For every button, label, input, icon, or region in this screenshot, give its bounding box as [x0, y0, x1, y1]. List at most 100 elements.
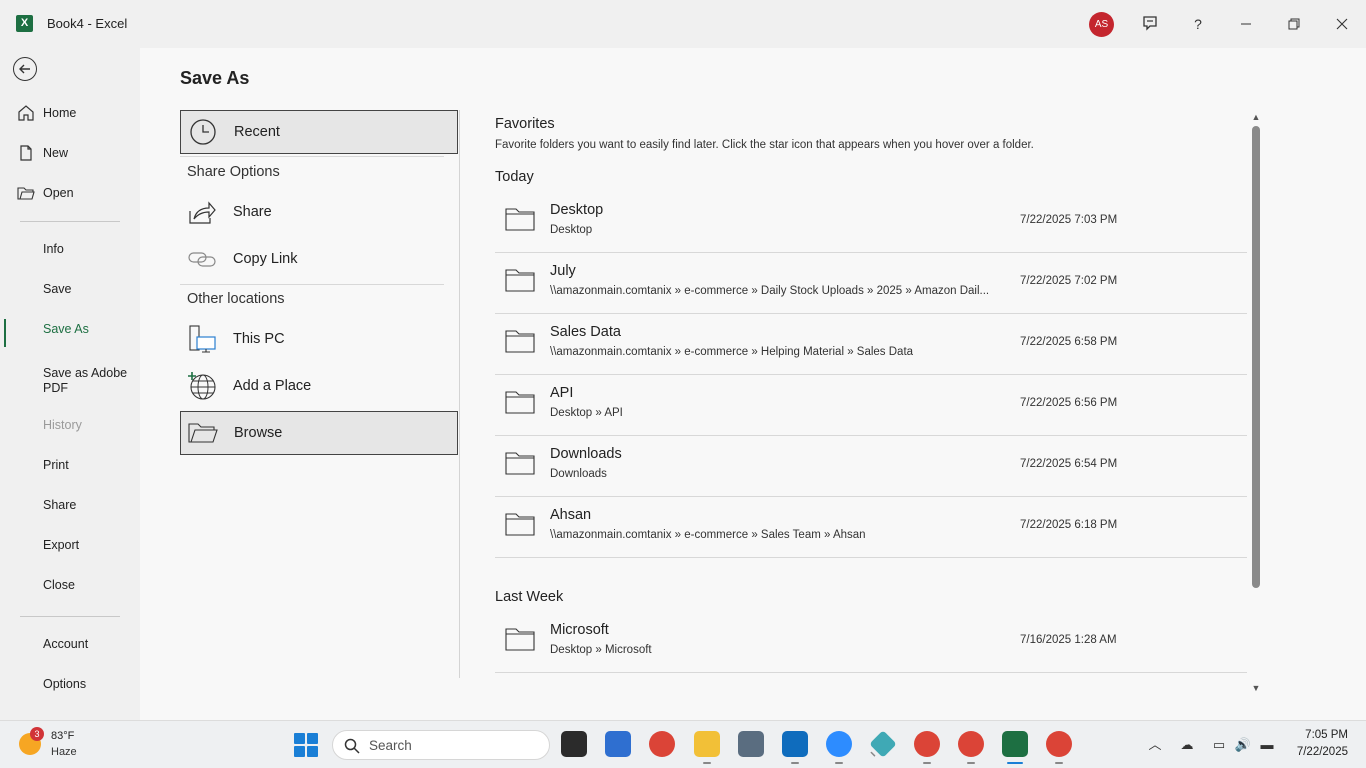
- file-explorer-icon[interactable]: [694, 731, 720, 764]
- nav-home[interactable]: Home: [0, 97, 140, 129]
- folder-row[interactable]: Microsoft Desktop » Microsoft 7/16/2025 …: [495, 612, 1247, 673]
- nav-new[interactable]: New: [0, 137, 140, 169]
- display-icon[interactable]: ▭: [1210, 736, 1228, 754]
- folder-icon: [505, 269, 535, 292]
- share-icon: [189, 201, 216, 224]
- location-add-place-label: Add a Place: [233, 378, 312, 394]
- location-share[interactable]: Share: [180, 190, 458, 234]
- nav-save-as-adobe-pdf[interactable]: Save as Adobe PDF: [0, 361, 140, 401]
- folder-date: 7/22/2025 7:03 PM: [1020, 214, 1118, 226]
- help-icon[interactable]: ?: [1186, 12, 1210, 36]
- chrome-profile-icon[interactable]: [958, 731, 984, 764]
- location-copy-link-label: Copy Link: [233, 251, 298, 267]
- folder-path: Downloads: [550, 468, 607, 480]
- clock-time[interactable]: 7:05 PM: [1290, 729, 1348, 741]
- nav-options[interactable]: Options: [0, 668, 140, 700]
- folder-row[interactable]: API Desktop » API 7/22/2025 6:56 PM: [495, 375, 1247, 436]
- close-window-button[interactable]: [1330, 12, 1354, 36]
- weather-condition[interactable]: Haze: [51, 746, 77, 758]
- folder-row[interactable]: Desktop Desktop 7/22/2025 7:03 PM: [495, 192, 1247, 253]
- folder-icon: [505, 628, 535, 651]
- folder-name: July: [550, 263, 576, 279]
- location-recent-label: Recent: [234, 124, 280, 140]
- excel-taskbar-icon[interactable]: [1002, 731, 1028, 764]
- taskbar-search[interactable]: Search: [332, 730, 550, 760]
- diamond-app-icon[interactable]: [869, 730, 897, 758]
- folder-name: Microsoft: [550, 622, 609, 638]
- folder-date: 7/16/2025 1:28 AM: [1020, 634, 1117, 646]
- link-icon: [188, 252, 216, 267]
- chrome-profile-icon[interactable]: [1046, 731, 1072, 764]
- location-share-label: Share: [233, 204, 272, 220]
- nav-info[interactable]: Info: [0, 233, 140, 265]
- folder-date: 7/22/2025 6:54 PM: [1020, 458, 1118, 470]
- nav-save-as[interactable]: Save As: [0, 313, 140, 347]
- location-divider: [180, 284, 444, 285]
- chrome-icon[interactable]: [649, 731, 675, 757]
- nav-save[interactable]: Save: [0, 273, 140, 305]
- nav-export[interactable]: Export: [0, 529, 140, 561]
- scroll-down-arrow-icon[interactable]: ▼: [1251, 683, 1261, 693]
- new-document-icon: [20, 145, 32, 161]
- microsoft-store-icon[interactable]: [605, 731, 631, 757]
- folder-icon: [505, 391, 535, 414]
- back-button[interactable]: [13, 57, 37, 81]
- favorites-heading: Favorites: [495, 116, 555, 132]
- chevron-up-icon[interactable]: ︿: [1146, 736, 1164, 754]
- speaker-icon[interactable]: 🔊: [1234, 736, 1252, 754]
- window-title: Book4 - Excel: [47, 16, 128, 31]
- folder-row[interactable]: Ahsan \\amazonmain.comtanix » e-commerce…: [495, 497, 1247, 558]
- weather-temperature[interactable]: 83°F: [51, 730, 74, 742]
- minimize-button[interactable]: [1234, 12, 1258, 36]
- location-browse[interactable]: Browse: [180, 411, 458, 455]
- nav-close[interactable]: Close: [0, 569, 140, 601]
- folder-date: 7/22/2025 7:02 PM: [1020, 275, 1118, 287]
- location-copy-link[interactable]: Copy Link: [180, 237, 458, 281]
- start-button[interactable]: [294, 733, 318, 757]
- scrollbar-thumb[interactable]: [1252, 126, 1260, 588]
- calculator-icon[interactable]: [738, 731, 764, 757]
- nav-print[interactable]: Print: [0, 449, 140, 481]
- nav-save-label: Save: [43, 282, 72, 296]
- user-avatar[interactable]: AS: [1089, 12, 1114, 37]
- folder-path: \\amazonmain.comtanix » e-commerce » Dai…: [550, 285, 990, 297]
- nav-print-label: Print: [43, 458, 69, 472]
- battery-icon[interactable]: ▬: [1258, 736, 1276, 754]
- location-this-pc[interactable]: This PC: [180, 317, 458, 361]
- feedback-icon[interactable]: [1138, 12, 1162, 36]
- folder-name: Ahsan: [550, 507, 592, 523]
- nav-share[interactable]: Share: [0, 489, 140, 521]
- location-add-place[interactable]: Add a Place: [180, 364, 458, 408]
- zoom-icon[interactable]: [826, 731, 852, 764]
- scroll-up-arrow-icon[interactable]: ▲: [1251, 112, 1261, 122]
- folder-path: Desktop: [550, 224, 593, 236]
- location-recent[interactable]: Recent: [180, 110, 458, 154]
- chrome-profile-icon[interactable]: [914, 731, 940, 764]
- nav-open[interactable]: Open: [0, 177, 140, 209]
- computer-icon: [189, 325, 216, 353]
- folder-path: Desktop » Microsoft: [550, 644, 652, 656]
- open-folder-icon: [17, 187, 35, 200]
- folder-row[interactable]: July \\amazonmain.comtanix » e-commerce …: [495, 253, 1247, 314]
- nav-share-label: Share: [43, 498, 77, 512]
- folder-row[interactable]: Sales Data \\amazonmain.comtanix » e-com…: [495, 314, 1247, 375]
- taskbar: 3 83°F Haze Search ︿ ☁ ▭ 🔊 ▬ 7:05 PM 7/2…: [0, 720, 1366, 768]
- folder-icon: [505, 452, 535, 475]
- column-divider: [459, 110, 460, 678]
- recent-folders: Favorites Favorite folders you want to e…: [495, 110, 1250, 685]
- cloud-offline-icon[interactable]: ☁: [1178, 736, 1196, 754]
- folder-row[interactable]: Downloads Downloads 7/22/2025 6:54 PM: [495, 436, 1247, 497]
- nav-save-as-adobe-pdf-label: Save as Adobe PDF: [43, 366, 128, 395]
- task-view-icon[interactable]: [561, 731, 587, 757]
- clock-date[interactable]: 7/22/2025: [1280, 746, 1348, 758]
- outlook-icon[interactable]: [782, 731, 808, 764]
- recent-scrollbar[interactable]: ▲ ▼: [1248, 110, 1264, 695]
- nav-account[interactable]: Account: [0, 628, 140, 660]
- page-title: Save As: [180, 68, 250, 88]
- nav-account-label: Account: [43, 637, 89, 651]
- restore-button[interactable]: [1282, 12, 1306, 36]
- folder-date: 7/22/2025 6:58 PM: [1020, 336, 1118, 348]
- save-as-pane: Save As Recent Share Options Share Copy …: [140, 48, 1366, 720]
- globe-add-icon: [188, 372, 216, 400]
- last-week-heading: Last Week: [495, 589, 564, 605]
